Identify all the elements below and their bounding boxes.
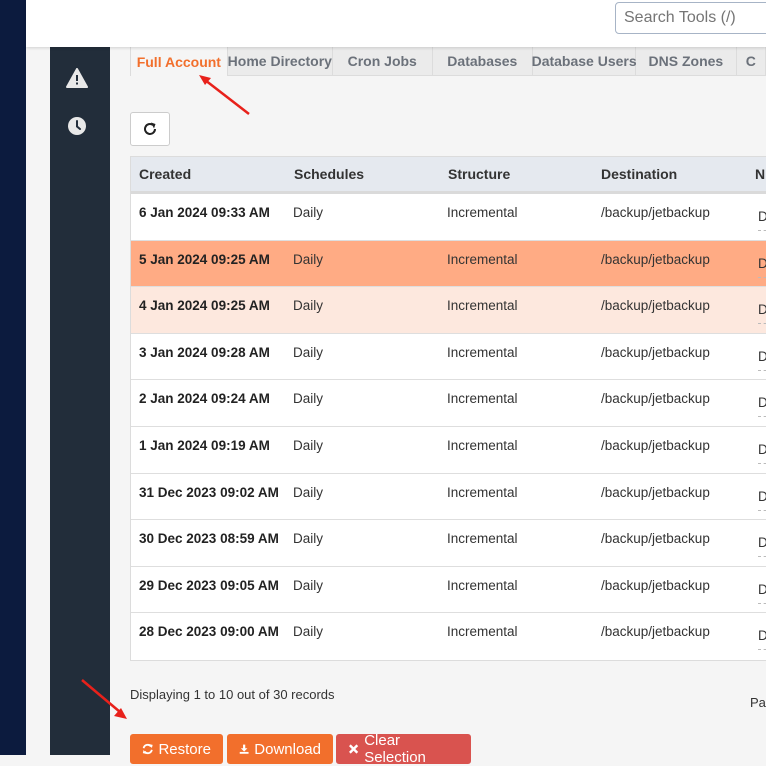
cell-destination: /backup/jetbackup [601,251,710,267]
cell-created: 6 Jan 2024 09:33 AM [139,205,270,220]
backup-type-tabs: Full Account Home Directory Cron Jobs Da… [130,47,766,76]
cell-destination: /backup/jetbackup [601,484,710,500]
table-row[interactable]: 30 Dec 2023 08:59 AM Daily Incremental/bac… [131,520,766,567]
gutter [26,0,50,755]
sidebar [50,47,110,755]
table-row[interactable]: 2 Jan 2024 09:24 AM Daily Incremental/back… [131,380,766,427]
column-header-structure[interactable]: Structure [448,166,510,182]
top-bar [26,0,766,47]
cell-created: 29 Dec 2023 09:05 AM [139,577,279,593]
cell-created: 31 Dec 2023 09:02 AM [139,484,279,500]
cell-destination: /backup/jetbackup [601,205,710,220]
table-row[interactable]: 5 Jan 2024 09:25 AM Daily Incremental/back… [131,240,766,288]
cell-structure: Incremental [447,531,518,547]
clear-selection-button[interactable]: Clear Selection [336,732,471,766]
column-header-notes[interactable]: N [755,166,765,182]
cell-structure: Incremental [447,344,518,360]
refresh-icon [144,122,156,135]
table-row[interactable]: 29 Dec 2023 09:05 AM Daily Incremental/bac… [131,567,766,614]
tab-cron-jobs[interactable]: Cron Jobs [332,47,433,76]
cell-created: 1 Jan 2024 09:19 AM [139,437,270,453]
backups-table: Created Schedules Structure Destination … [130,156,766,661]
cell-created: 5 Jan 2024 09:25 AM [139,251,270,267]
table-row[interactable]: 3 Jan 2024 09:28 AM Daily Incremental/back… [131,334,766,381]
cell-structure: Incremental [447,251,518,267]
cell-created: 4 Jan 2024 09:25 AM [139,298,270,314]
column-header-destination[interactable]: Destination [601,166,677,182]
cell-destination: /backup/jetbackup [601,437,710,453]
cell-structure: Incremental [447,624,518,640]
cell-notes[interactable]: D [758,582,766,604]
cell-notes[interactable]: D [758,489,766,511]
table-row[interactable]: 1 Jan 2024 09:19 AM Daily Incremental/back… [131,427,766,474]
table-row[interactable]: 4 Jan 2024 09:25 AM Daily Incremental/back… [131,287,766,334]
cell-notes[interactable]: D [758,535,766,558]
sync-icon [142,743,153,755]
app-left-rail [0,0,26,755]
cell-schedules: Daily [293,531,324,547]
cell-structure: Incremental [447,437,518,453]
refresh-button[interactable] [130,112,170,146]
cell-created: 3 Jan 2024 09:28 AM [139,344,270,360]
cell-structure: Incremental [447,391,518,407]
cell-schedules: Daily [293,298,324,314]
cell-schedules: Daily [293,624,324,640]
column-header-schedules[interactable]: Schedules [294,166,364,182]
warning-icon[interactable] [66,67,88,89]
cell-schedules: Daily [293,205,324,220]
tab-home-directory[interactable]: Home Directory [227,47,333,76]
annotation-arrow-tab [199,75,250,115]
records-count: Displaying 1 to 10 out of 30 records [130,687,335,702]
cell-destination: /backup/jetbackup [601,531,710,547]
table-header: Created Schedules Structure Destination … [131,157,766,194]
cell-notes[interactable]: D [758,442,766,464]
pagination-label: Pa [750,695,766,710]
cell-structure: Incremental [447,205,518,220]
cell-destination: /backup/jetbackup [601,577,710,593]
cell-notes[interactable]: D [758,209,766,231]
cell-destination: /backup/jetbackup [601,344,710,360]
cell-destination: /backup/jetbackup [601,391,710,407]
cell-notes[interactable]: D [758,628,766,651]
cell-structure: Incremental [447,577,518,593]
cell-schedules: Daily [293,484,324,500]
cell-created: 2 Jan 2024 09:24 AM [139,391,270,407]
cell-schedules: Daily [293,344,324,360]
tab-full-account[interactable]: Full Account [130,47,228,76]
restore-button[interactable]: Restore [130,734,223,764]
table-row[interactable]: 31 Dec 2023 09:02 AM Daily Incremental/bac… [131,474,766,521]
tab-more[interactable]: C [736,47,766,76]
cell-created: 28 Dec 2023 09:00 AM [139,624,279,640]
tab-dns-zones[interactable]: DNS Zones [636,47,737,76]
cell-created: 30 Dec 2023 08:59 AM [139,531,279,547]
clear-selection-label: Clear Selection [364,732,426,766]
cell-schedules: Daily [293,391,324,407]
search-tools-input[interactable] [615,2,766,34]
column-header-created[interactable]: Created [139,166,191,182]
cell-schedules: Daily [293,251,324,267]
cell-notes[interactable]: D [758,349,766,371]
cell-structure: Incremental [447,484,518,500]
table-row[interactable]: 28 Dec 2023 09:00 AM Daily Incremental/bac… [131,613,766,660]
cell-schedules: Daily [293,577,324,593]
clock-icon[interactable] [66,115,88,137]
table-row[interactable]: 6 Jan 2024 09:33 AM Daily Incremental/back… [131,194,766,241]
cell-schedules: Daily [293,437,324,453]
download-button[interactable]: Download [227,734,333,764]
cell-notes[interactable]: D [758,302,766,325]
close-icon [349,744,359,754]
cell-notes[interactable]: D [758,395,766,418]
download-icon [239,744,249,754]
cell-destination: /backup/jetbackup [601,624,710,640]
tab-databases[interactable]: Databases [432,47,534,76]
tab-database-users[interactable]: Database Users [532,47,637,76]
cell-notes[interactable]: D [758,256,766,278]
cell-destination: /backup/jetbackup [601,298,710,314]
cell-structure: Incremental [447,298,518,314]
